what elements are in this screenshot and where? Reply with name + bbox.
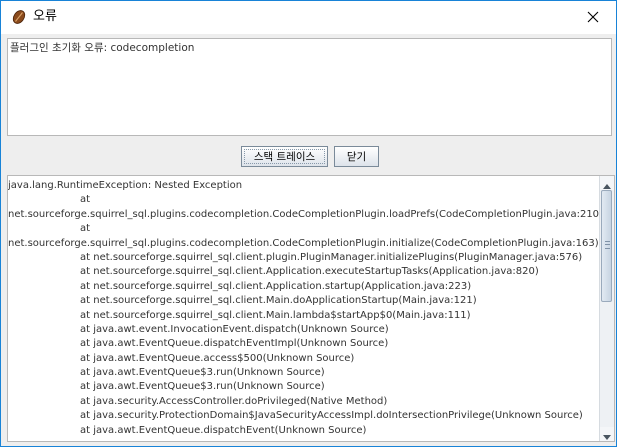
trace-line: net.sourceforge.squirrel_sql.plugins.cod… [8, 208, 603, 220]
trace-line: at java.awt.EventQueue.dispatchEventImpl… [80, 338, 389, 350]
grip-icon [605, 241, 610, 249]
scroll-thumb[interactable] [601, 190, 612, 302]
trace-line: at [80, 194, 91, 206]
error-message-area[interactable]: 플러그인 초기화 오류: codecompletion [7, 38, 612, 136]
trace-line: at java.awt.EventQueue$3.run(Unknown Sou… [80, 367, 325, 379]
trace-line: at net.sourceforge.squirrel_sql.client.M… [80, 295, 477, 307]
trace-line: at java.awt.EventQueue.access$500(Unknow… [80, 352, 355, 364]
vertical-scrollbar[interactable] [599, 176, 614, 441]
trace-line: at net.sourceforge.squirrel_sql.client.A… [80, 280, 472, 292]
coffee-bean-icon [11, 9, 27, 25]
trace-line: at java.security.ProtectionDomain$JavaSe… [80, 410, 583, 422]
trace-line: at java.awt.event.InvocationEvent.dispat… [80, 323, 389, 335]
window-title: 오류 [33, 9, 57, 24]
arrow-down-icon [603, 425, 611, 442]
trace-line: at net.sourceforge.squirrel_sql.client.M… [80, 309, 471, 321]
close-window-button[interactable] [570, 1, 616, 34]
trace-line: at java.awt.EventQueue$3.run(Unknown Sou… [80, 381, 325, 393]
trace-line: at [80, 223, 91, 235]
trace-line: at net.sourceforge.squirrel_sql.client.p… [80, 251, 583, 263]
title-bar[interactable]: 오류 [1, 1, 616, 34]
scroll-up-button[interactable] [600, 176, 614, 190]
stack-trace-button[interactable]: 스택 트레이스 [241, 146, 328, 167]
scroll-down-button[interactable] [600, 427, 614, 441]
trace-line: at java.awt.EventQueue.dispatchEvent(Unk… [80, 424, 367, 436]
error-message: 플러그인 초기화 오류: codecompletion [10, 42, 195, 54]
trace-line: at net.sourceforge.squirrel_sql.client.A… [80, 266, 539, 278]
trace-line: at java.security.AccessController.doPriv… [80, 395, 388, 407]
stack-trace-area[interactable]: java.lang.RuntimeException: Nested Excep… [7, 175, 615, 442]
trace-line: net.sourceforge.squirrel_sql.plugins.cod… [8, 237, 599, 249]
trace-line: java.lang.RuntimeException: Nested Excep… [8, 180, 243, 191]
stack-trace-text: java.lang.RuntimeException: Nested Excep… [8, 179, 603, 438]
close-button[interactable]: 닫기 [334, 146, 379, 167]
error-dialog: 오류 플러그인 초기화 오류: codecompletion 스택 트레이스 닫… [0, 0, 617, 447]
close-icon [587, 8, 599, 27]
